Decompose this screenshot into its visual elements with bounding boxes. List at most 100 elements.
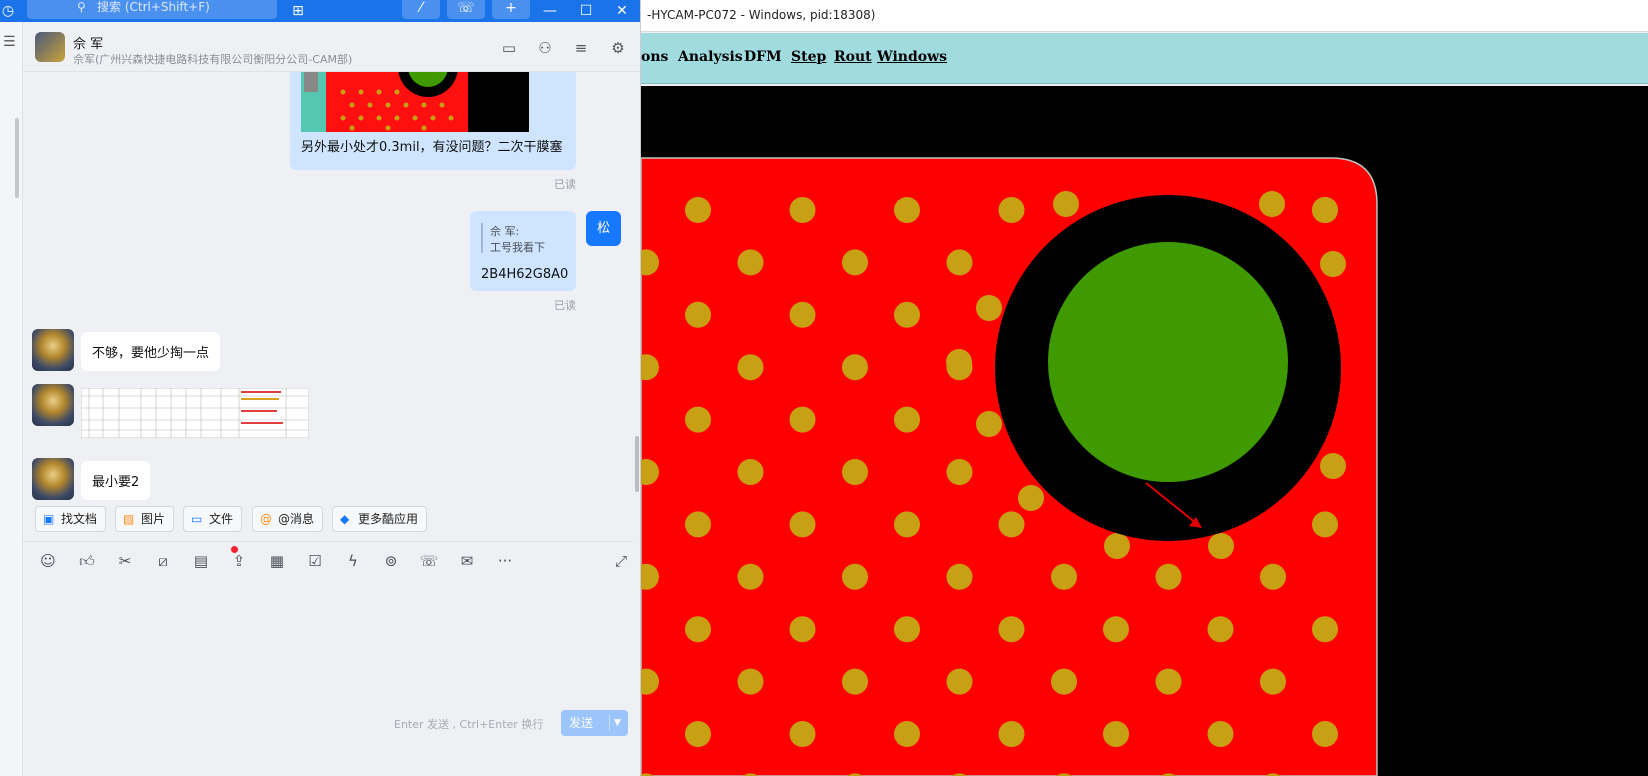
- calendar-icon[interactable]: ▦: [266, 550, 288, 572]
- menu-dfm[interactable]: DFM: [744, 49, 782, 65]
- copper-pad: [998, 197, 1025, 223]
- copper-pad: [894, 721, 920, 747]
- file-button[interactable]: ▭ 文件: [183, 506, 243, 532]
- message-text: 另外最小处才0.3mil，有没问题？二次干膜塞: [301, 140, 563, 155]
- copper-pad: [685, 197, 711, 223]
- close-icon[interactable]: ✕: [612, 0, 632, 22]
- menu-analysis[interactable]: Analysis: [678, 49, 743, 65]
- copper-pad: [998, 721, 1025, 747]
- message-bubble-outgoing[interactable]: 佘 军: 工号我看下 2B4H62G8A0: [470, 211, 576, 291]
- emoji-icon[interactable]: ☺: [37, 550, 59, 572]
- copper-pad: [1259, 191, 1285, 217]
- menu-rout[interactable]: Rout: [834, 49, 872, 65]
- copper-pad: [1103, 616, 1129, 643]
- copper-pad: [842, 459, 868, 485]
- menu-windows[interactable]: Windows: [877, 49, 947, 65]
- contact-avatar[interactable]: [35, 32, 65, 62]
- copper-pad: [685, 721, 711, 747]
- phone-icon[interactable]: ☏: [418, 550, 440, 572]
- magic-wand-button[interactable]: ⁄: [402, 0, 440, 19]
- folder-icon[interactable]: ▭: [499, 38, 519, 58]
- slash-command-icon[interactable]: ⧄: [152, 550, 174, 572]
- chat-header: 佘 军 佘军(广州兴森快捷电路科技有限公司衡阳分公司-CAM部) ▭ ⚇ ≡ ⚙: [23, 22, 640, 72]
- message-list[interactable]: 另外最小处才0.3mil，有没问题？二次干膜塞 已读 佘 军: 工号我看下 2B…: [23, 72, 633, 506]
- message-bubble-outgoing[interactable]: 另外最小处才0.3mil，有没问题？二次干膜塞: [290, 72, 576, 170]
- copper-pad: [1208, 533, 1234, 559]
- minimize-icon[interactable]: —: [540, 0, 560, 22]
- add-button[interactable]: +: [492, 0, 530, 19]
- thumbs-up-icon[interactable]: 👍︎: [76, 550, 98, 572]
- copper-pad: [1312, 616, 1338, 643]
- search-history-icon[interactable]: ≡: [571, 38, 591, 58]
- lightning-icon[interactable]: ϟ: [342, 550, 364, 572]
- message-scrollbar[interactable]: [635, 436, 639, 492]
- quick-action-label: 更多酷应用: [358, 512, 419, 526]
- copper-pad: [1312, 721, 1338, 747]
- image-icon: ▨: [123, 512, 135, 526]
- mention-button[interactable]: @ @消息: [252, 506, 324, 532]
- cam-title-bar: -HYCAM-PC072 - Windows, pid:18308): [641, 0, 1648, 32]
- copper-pad: [842, 354, 868, 381]
- list-scrollbar[interactable]: [15, 118, 19, 198]
- copper-pad: [976, 295, 1002, 321]
- copper-pad: [946, 349, 972, 375]
- my-avatar[interactable]: 松: [586, 211, 621, 246]
- contact-avatar[interactable]: [32, 458, 74, 500]
- chevron-down-icon[interactable]: ▼: [614, 710, 621, 736]
- note-add-icon[interactable]: ▤: [190, 550, 212, 572]
- find-document-button[interactable]: ▣ 找文档: [35, 506, 107, 532]
- copper-pad: [789, 197, 816, 223]
- copper-pad: [1018, 485, 1044, 511]
- copper-pad: [1207, 616, 1234, 643]
- add-member-icon[interactable]: ⚇: [535, 38, 555, 58]
- settings-gear-icon[interactable]: ⚙: [608, 38, 628, 58]
- image-button[interactable]: ▨ 图片: [115, 506, 175, 532]
- menu-icon[interactable]: ☰: [3, 34, 16, 50]
- copper-pad: [998, 616, 1025, 643]
- pcb-screenshot-thumbnail[interactable]: [301, 72, 529, 132]
- copper-pad: [685, 511, 711, 538]
- folder-icon: ▭: [191, 512, 203, 526]
- expand-icon[interactable]: ⤢: [610, 550, 632, 572]
- copper-pad: [894, 406, 920, 433]
- upload-icon[interactable]: ⇪: [228, 550, 250, 572]
- copper-pad: [789, 616, 816, 643]
- copper-pad: [737, 668, 764, 695]
- copper-pad: [789, 721, 816, 747]
- task-check-icon[interactable]: ☑: [304, 550, 326, 572]
- quick-action-label: 图片: [141, 512, 166, 526]
- contact-avatar[interactable]: [32, 384, 74, 426]
- table-screenshot-thumbnail[interactable]: [81, 388, 309, 438]
- menu-options[interactable]: ons: [641, 49, 668, 65]
- composer-toolbar: ☺ 👍︎ ✂ ⧄ ▤ ⇪ ▦ ☑ ϟ ⊚ ☏ ✉ ··· ⤢: [23, 541, 633, 579]
- contact-avatar[interactable]: [32, 329, 74, 371]
- copper-pad: [1155, 563, 1182, 590]
- call-button[interactable]: ☏: [447, 0, 485, 19]
- copper-pad: [1051, 563, 1077, 590]
- copper-pad: [685, 406, 711, 433]
- history-icon[interactable]: ◷: [0, 0, 16, 22]
- scissors-icon[interactable]: ✂: [114, 550, 136, 572]
- send-separator: [609, 715, 610, 731]
- maximize-icon[interactable]: ☐: [576, 0, 596, 22]
- pcb-view: [641, 157, 1378, 776]
- menu-step[interactable]: Step: [791, 49, 826, 65]
- message-bubble-incoming[interactable]: 不够，要他少掏一点: [81, 332, 221, 371]
- more-icon[interactable]: ···: [494, 550, 516, 572]
- more-apps-button[interactable]: ◆ 更多酷应用: [332, 506, 428, 532]
- link-icon[interactable]: ⊚: [380, 550, 402, 572]
- copper-pad: [1260, 668, 1286, 695]
- copper-pad: [976, 411, 1002, 437]
- copper-pad: [1260, 563, 1286, 590]
- mail-icon[interactable]: ✉: [456, 550, 478, 572]
- chat-title-bar: ◷ ⚲ 搜索 (Ctrl+Shift+F) ⊞ ⁄ ☏ + — ☐ ✕: [0, 0, 640, 22]
- search-box[interactable]: ⚲ 搜索 (Ctrl+Shift+F): [27, 0, 277, 19]
- contact-name[interactable]: 佘 军: [73, 33, 103, 52]
- apps-grid-icon[interactable]: ⊞: [288, 0, 308, 22]
- copper-pad: [685, 616, 711, 643]
- cam-graphics-canvas[interactable]: [641, 86, 1648, 776]
- copper-pad: [737, 459, 764, 485]
- message-bubble-incoming[interactable]: 最小要2: [81, 461, 151, 500]
- contact-subtitle: 佘军(广州兴森快捷电路科技有限公司衡阳分公司-CAM部): [73, 53, 353, 66]
- send-button[interactable]: 发送 ▼: [561, 710, 628, 736]
